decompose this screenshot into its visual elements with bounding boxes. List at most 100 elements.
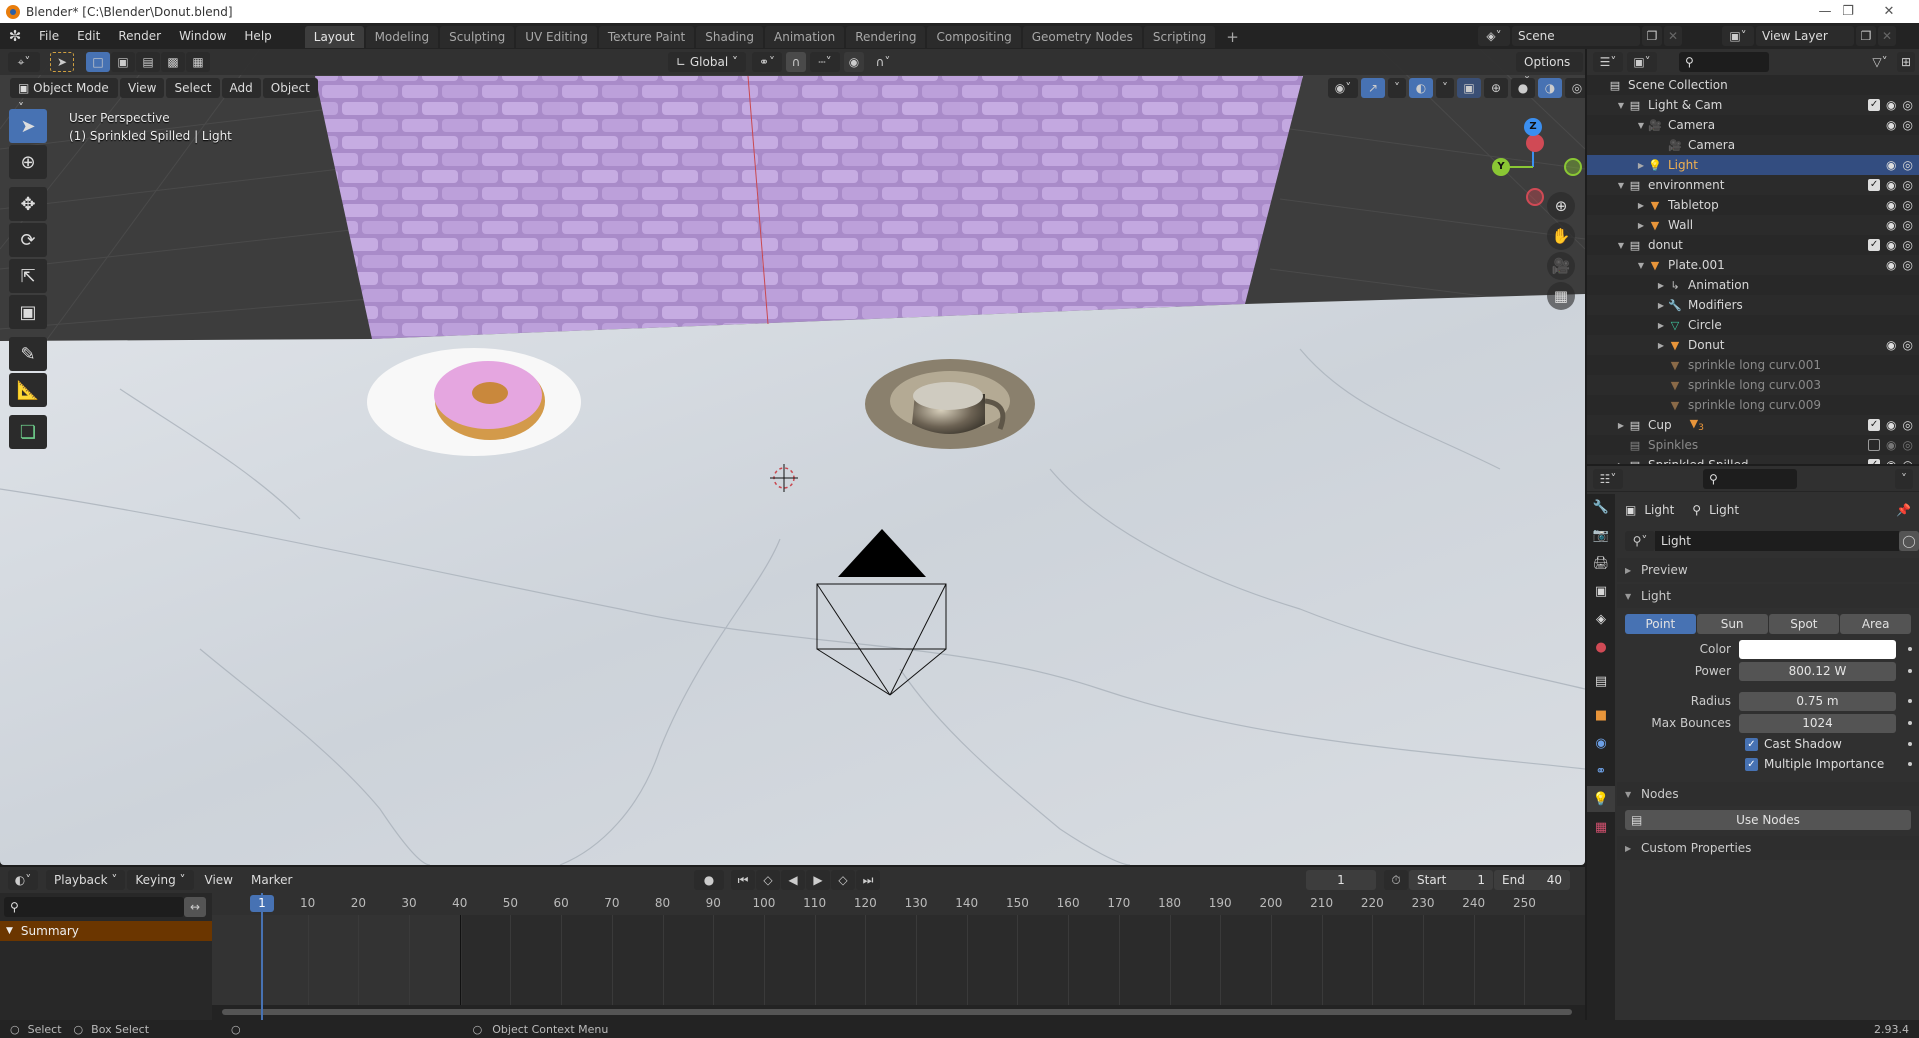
expand-closed-icon[interactable]: ▶ — [1655, 341, 1667, 350]
workspace-tab-scripting[interactable]: Scripting — [1143, 26, 1216, 48]
viewport-menu-object[interactable]: Object — [262, 78, 318, 98]
tool-rotate-icon[interactable]: ⟳ — [9, 223, 47, 257]
gizmo-z-axis[interactable]: Z — [1524, 118, 1542, 136]
selectability-visibility-icon[interactable]: ◉˅ — [1328, 78, 1358, 98]
summary-channel[interactable]: ▼ Summary — [0, 921, 212, 941]
editor-type-icon[interactable]: ⌖˅ — [8, 52, 40, 72]
tab-output-icon[interactable]: 🖨 — [1587, 550, 1615, 576]
menu-file[interactable]: File — [30, 23, 68, 49]
visibility-eye-icon[interactable]: ◉ — [1886, 338, 1896, 352]
visibility-eye-icon[interactable]: ◉ — [1886, 98, 1896, 112]
workspace-tab-sculpting[interactable]: Sculpting — [440, 26, 515, 48]
shading-wireframe-icon[interactable]: ⊕ — [1484, 78, 1508, 98]
tab-render-icon[interactable]: 📷 — [1587, 522, 1615, 548]
outliner-row[interactable]: ▶ 🔧 Modifiers — [1587, 295, 1919, 315]
pan-view-icon[interactable]: ✋ — [1547, 222, 1575, 250]
multiple-importance-row[interactable]: ✓ Multiple Importance — [1617, 754, 1919, 774]
outliner-row[interactable]: ▶ ▼ Tabletop ◉ ◎ — [1587, 195, 1919, 215]
render-camera-icon[interactable]: ◎ — [1903, 218, 1913, 232]
fake-user-shield-icon[interactable]: ◯ — [1899, 531, 1919, 551]
tab-world-icon[interactable]: ● — [1587, 634, 1615, 660]
outliner-editor-type-icon[interactable]: ☰˅ — [1593, 52, 1623, 72]
expand-closed-icon[interactable]: ▶ — [1635, 201, 1647, 210]
shading-rendered-icon[interactable]: ◎ — [1565, 78, 1585, 98]
light-type-sun[interactable]: Sun — [1696, 614, 1768, 634]
outliner-row[interactable]: ▶ ▼ Donut ◉ ◎ — [1587, 335, 1919, 355]
expand-closed-icon[interactable]: ▶ — [1655, 321, 1667, 330]
options-dropdown[interactable]: Options ˅ — [1516, 52, 1583, 89]
tool-transform-icon[interactable]: ▣ — [9, 295, 47, 329]
exclude-checkbox[interactable]: ✓ — [1868, 99, 1881, 111]
exclude-checkbox[interactable]: ✓ — [1868, 419, 1881, 431]
gizmo-dropdown-icon[interactable]: ˅ — [1388, 78, 1406, 98]
exclude-checkbox[interactable]: ✓ — [1868, 179, 1881, 191]
gizmo-y-neg[interactable] — [1564, 158, 1582, 176]
outliner-row[interactable]: ▶ ▽ Circle — [1587, 315, 1919, 335]
brick-wall[interactable] — [315, 76, 1303, 339]
blender-menu-icon[interactable]: ✼ — [0, 27, 30, 45]
visibility-eye-icon[interactable]: ◉ — [1886, 418, 1896, 432]
visibility-eye-icon[interactable]: ◉ — [1886, 458, 1896, 464]
menu-window[interactable]: Window — [170, 23, 235, 49]
scene-selector-icon[interactable]: ◈˅ — [1478, 26, 1510, 46]
cast-shadow-checkbox[interactable]: ✓ — [1745, 737, 1758, 751]
exclude-checkbox[interactable]: ✓ — [1868, 459, 1881, 464]
add-workspace-button[interactable]: + — [1217, 26, 1248, 48]
select-tool-icon[interactable]: ➤ — [50, 52, 74, 72]
delete-view-layer-icon[interactable]: ✕ — [1878, 26, 1896, 46]
keyframe-dot-icon[interactable] — [1908, 721, 1912, 725]
workspace-tab-modeling[interactable]: Modeling — [365, 26, 439, 48]
outliner-row[interactable]: ▶ 💡 Light ◉ ◎ — [1587, 155, 1919, 175]
viewport-menu-view[interactable]: View — [120, 78, 165, 98]
view-layer-selector-icon[interactable]: ▣˅ — [1722, 26, 1754, 46]
render-camera-icon[interactable]: ◎ — [1903, 258, 1913, 272]
new-collection-icon[interactable]: ⊞ — [1897, 52, 1915, 72]
visibility-eye-icon[interactable]: ◉ — [1886, 238, 1896, 252]
render-camera-icon[interactable]: ◎ — [1903, 178, 1913, 192]
render-camera-icon[interactable]: ◎ — [1903, 438, 1913, 452]
tool-measure-icon[interactable]: 📐 — [9, 373, 47, 407]
tab-object-icon[interactable]: ■ — [1587, 702, 1615, 728]
tab-object-data-light-icon[interactable]: 💡 — [1587, 786, 1615, 812]
child-mesh-count-badge[interactable]: ▼3 — [1690, 417, 1704, 433]
outliner-row[interactable]: ▼ sprinkle long curv.003 — [1587, 375, 1919, 395]
outliner-row[interactable]: 🎥 Camera — [1587, 135, 1919, 155]
keyframe-dot-icon[interactable] — [1908, 742, 1912, 746]
transform-orientation-dropdown[interactable]: ∟ Global ˅ — [668, 52, 746, 72]
expand-closed-icon[interactable]: ▶ — [1655, 301, 1667, 310]
tool-annotate-icon[interactable]: ✎ — [9, 337, 47, 371]
xray-toggle-icon[interactable]: ▣ — [1457, 78, 1481, 98]
expand-triangle-icon[interactable]: ▼ — [6, 926, 13, 936]
render-camera-icon[interactable]: ◎ — [1903, 458, 1913, 464]
menu-render[interactable]: Render — [109, 23, 170, 49]
light-browse-icon[interactable]: ⚲˅ — [1625, 531, 1655, 551]
light-type-point[interactable]: Point — [1625, 614, 1696, 634]
multiple-importance-checkbox[interactable]: ✓ — [1745, 757, 1758, 771]
max-bounces-field[interactable]: 1024 — [1739, 713, 1896, 733]
playhead-frame-label[interactable]: 1 — [250, 895, 274, 912]
workspace-tab-uv-editing[interactable]: UV Editing — [516, 26, 597, 48]
outliner-row[interactable]: ▶▤ Sprinkled Spilled ✓ ◉ ◎ — [1587, 455, 1919, 464]
marble-tabletop[interactable] — [0, 294, 1585, 865]
3d-viewport[interactable]: ⌖˅ ➤ □ ▣ ▤ ▩ ▦ ∟ Global ˅ ⚭˅ ∩ ┄˅ ◉ ∩˅ O… — [0, 49, 1585, 865]
render-camera-icon[interactable]: ◎ — [1903, 418, 1913, 432]
playhead-line[interactable] — [261, 893, 263, 1020]
object-mode-dropdown[interactable]: ▣ Object Mode ˅ — [10, 78, 118, 115]
maximize-button[interactable]: ❐ — [1825, 0, 1871, 23]
color-swatch[interactable] — [1739, 639, 1896, 659]
perspective-toggle-icon[interactable]: ▦ — [1547, 282, 1575, 310]
jump-start-icon[interactable]: ⏮ — [731, 870, 755, 890]
outliner-row[interactable]: ▼ sprinkle long curv.009 — [1587, 395, 1919, 415]
overlays-toggle-icon[interactable]: ◐ — [1409, 78, 1433, 98]
start-frame-field[interactable]: Start 1 — [1409, 870, 1493, 890]
outliner-row[interactable]: ▼ sprinkle long curv.001 — [1587, 355, 1919, 375]
panel-light-header[interactable]: ▼ Light — [1617, 584, 1919, 608]
outliner-row[interactable]: ▼ ▤ environment ✓ ◉ ◎ — [1587, 175, 1919, 195]
render-camera-icon[interactable]: ◎ — [1903, 118, 1913, 132]
select-mode-subtract-icon[interactable]: ▤ — [136, 52, 160, 72]
preview-range-icon[interactable]: ⏱ — [1384, 870, 1408, 890]
shading-solid-icon[interactable]: ● — [1511, 78, 1535, 98]
pin-icon[interactable]: 📌 — [1896, 503, 1911, 517]
channel-search-input[interactable]: ⚲ — [4, 897, 184, 917]
expand-open-icon[interactable]: ▼ — [1615, 181, 1627, 190]
